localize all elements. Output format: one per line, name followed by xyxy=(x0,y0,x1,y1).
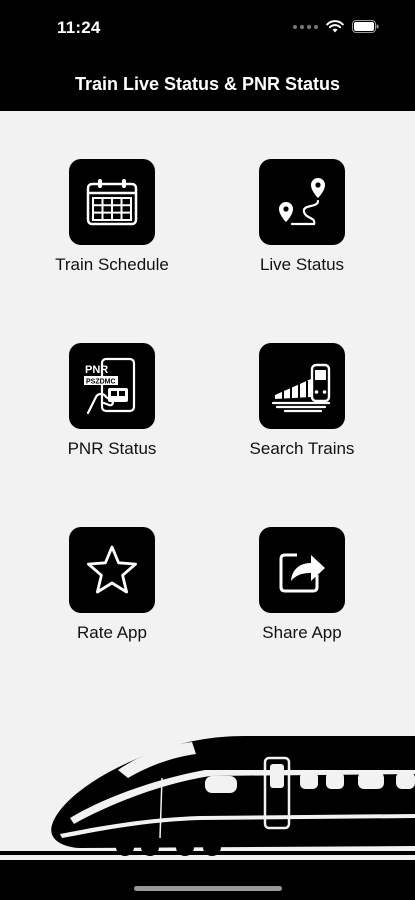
search-train-icon xyxy=(259,343,345,429)
calendar-icon xyxy=(69,159,155,245)
train-schedule-button[interactable]: Train Schedule xyxy=(27,159,197,275)
svg-text:PNR: PNR xyxy=(85,364,108,376)
route-pin-icon xyxy=(259,159,345,245)
star-icon xyxy=(69,527,155,613)
page-title: Train Live Status & PNR Status xyxy=(74,74,341,94)
live-status-label: Live Status xyxy=(259,255,345,274)
pnr-status-label: PNR Status xyxy=(67,439,157,458)
bottom-bar xyxy=(0,868,415,900)
rate-app-button[interactable]: Rate App xyxy=(27,527,197,643)
status-time: 11:24 xyxy=(57,18,101,37)
pnr-status-button[interactable]: PNR PSZDMC PNR Status xyxy=(27,343,197,459)
home-indicator[interactable] xyxy=(134,886,282,891)
pnr-ticket-icon: PNR PSZDMC xyxy=(69,343,155,429)
battery-icon xyxy=(352,20,379,33)
search-trains-label: Search Trains xyxy=(249,439,355,458)
cellular-signal-icon xyxy=(293,24,318,29)
train-schedule-label: Train Schedule xyxy=(55,255,169,274)
live-status-button[interactable]: Live Status xyxy=(217,159,387,275)
rate-app-label: Rate App xyxy=(77,623,147,642)
svg-text:PSZDMC: PSZDMC xyxy=(86,379,116,386)
status-indicators xyxy=(293,20,379,33)
share-app-button[interactable]: Share App xyxy=(217,527,387,643)
train-illustration xyxy=(0,736,415,870)
search-trains-button[interactable]: Search Trains xyxy=(217,343,387,459)
app-header: 11:24 Train Live Status & PNR Status xyxy=(0,0,415,111)
wifi-icon xyxy=(326,20,344,33)
share-app-label: Share App xyxy=(262,623,342,642)
share-icon xyxy=(259,527,345,613)
